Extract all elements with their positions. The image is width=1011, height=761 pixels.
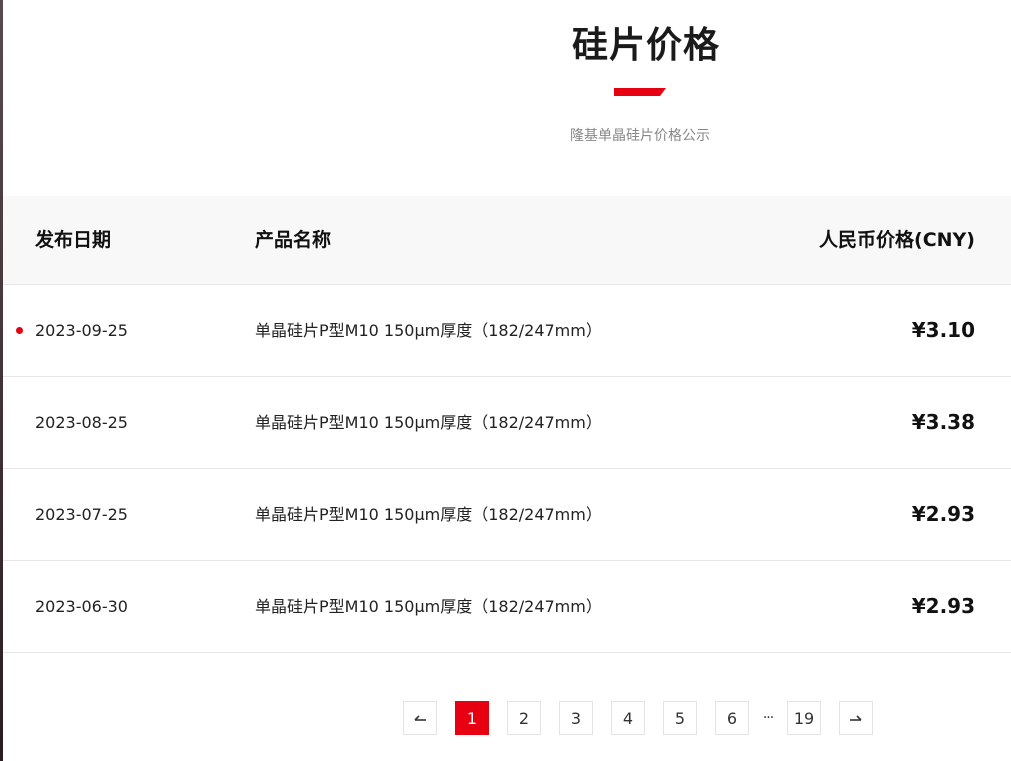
pagination: 1 2 3 4 5 6 ··· 19: [403, 700, 873, 736]
row-product-name: 单晶硅片P型M10 150μm厚度（182/247mm）: [255, 321, 602, 340]
row-price: ¥3.38: [911, 410, 975, 434]
latest-dot-icon: [16, 327, 23, 334]
row-date: 2023-07-25: [35, 505, 128, 524]
arrow-left-icon: [414, 715, 426, 721]
table-row[interactable]: 2023-09-25 单晶硅片P型M10 150μm厚度（182/247mm） …: [3, 285, 1011, 377]
table-row[interactable]: 2023-06-30 单晶硅片P型M10 150μm厚度（182/247mm） …: [3, 561, 1011, 653]
page-button-6[interactable]: 6: [715, 701, 749, 735]
prev-page-button[interactable]: [403, 701, 437, 735]
page-button-2[interactable]: 2: [507, 701, 541, 735]
price-table: 发布日期 产品名称 人民币价格(CNY) 2023-09-25 单晶硅片P型M1…: [3, 196, 1011, 653]
row-date: 2023-08-25: [35, 413, 128, 432]
title-accent-shape: [614, 88, 666, 96]
page-button-3[interactable]: 3: [559, 701, 593, 735]
page-button-5[interactable]: 5: [663, 701, 697, 735]
column-header-name: 产品名称: [255, 229, 332, 251]
table-header: 发布日期 产品名称 人民币价格(CNY): [3, 196, 1011, 285]
pagination-ellipsis: ···: [762, 710, 774, 726]
row-date: 2023-06-30: [35, 597, 128, 616]
row-price: ¥2.93: [911, 594, 975, 618]
row-product-name: 单晶硅片P型M10 150μm厚度（182/247mm）: [255, 597, 602, 616]
column-header-price: 人民币价格(CNY): [819, 229, 975, 251]
page-button-last[interactable]: 19: [787, 701, 821, 735]
row-product-name: 单晶硅片P型M10 150μm厚度（182/247mm）: [255, 413, 602, 432]
next-page-button[interactable]: [839, 701, 873, 735]
table-row[interactable]: 2023-08-25 单晶硅片P型M10 150μm厚度（182/247mm） …: [3, 377, 1011, 469]
column-header-date: 发布日期: [35, 229, 112, 251]
arrow-right-icon: [850, 715, 862, 721]
row-product-name: 单晶硅片P型M10 150μm厚度（182/247mm）: [255, 505, 602, 524]
title-accent-bar: [614, 88, 666, 96]
page-button-4[interactable]: 4: [611, 701, 645, 735]
row-price: ¥2.93: [911, 502, 975, 526]
row-date: 2023-09-25: [35, 321, 128, 340]
page-button-1[interactable]: 1: [455, 701, 489, 735]
page-title: 硅片价格: [571, 25, 720, 66]
page-subtitle: 隆基单晶硅片价格公示: [570, 128, 710, 144]
row-price: ¥3.10: [911, 318, 975, 342]
page-header: 硅片价格: [3, 0, 1011, 196]
table-row[interactable]: 2023-07-25 单晶硅片P型M10 150μm厚度（182/247mm） …: [3, 469, 1011, 561]
